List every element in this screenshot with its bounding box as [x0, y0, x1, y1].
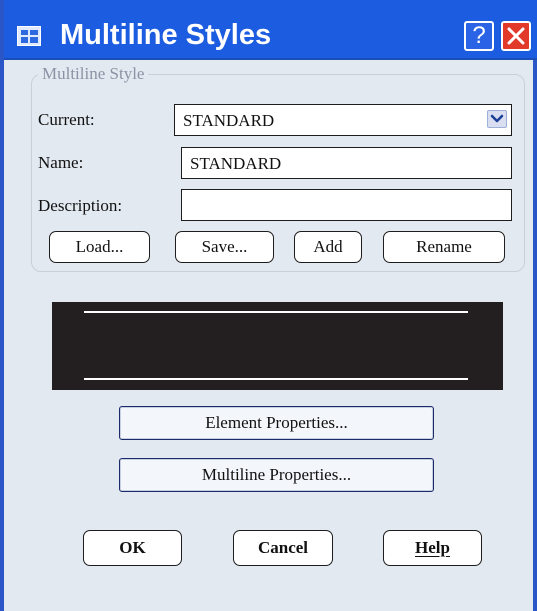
preview-top-line — [84, 311, 468, 313]
close-icon[interactable] — [501, 21, 531, 51]
ok-button[interactable]: OK — [83, 530, 182, 566]
element-properties-button[interactable]: Element Properties... — [119, 406, 434, 440]
description-field[interactable] — [181, 189, 512, 221]
current-style-value: STANDARD — [183, 111, 275, 130]
cancel-button[interactable]: Cancel — [233, 530, 333, 566]
rename-button[interactable]: Rename — [383, 231, 505, 263]
description-label: Description: — [38, 196, 123, 215]
save-button[interactable]: Save... — [175, 231, 274, 263]
current-label: Current: — [38, 110, 95, 129]
name-label: Name: — [38, 153, 84, 172]
multiline-styles-dialog: Multiline Styles ? Multiline Style Curre… — [0, 0, 537, 611]
add-button[interactable]: Add — [294, 231, 362, 263]
window-title: Multiline Styles — [60, 19, 272, 51]
current-style-combobox[interactable]: STANDARD — [174, 104, 512, 136]
name-field[interactable]: STANDARD — [181, 147, 512, 179]
multiline-preview — [52, 302, 503, 390]
chevron-down-icon[interactable] — [487, 110, 507, 128]
multiline-properties-button[interactable]: Multiline Properties... — [119, 458, 434, 492]
help-button[interactable]: Help — [383, 530, 482, 566]
preview-bottom-line — [84, 378, 468, 380]
title-bar[interactable]: Multiline Styles ? — [4, 0, 537, 60]
help-icon[interactable]: ? — [464, 21, 494, 51]
load-button[interactable]: Load... — [49, 231, 150, 263]
dialog-app-icon — [17, 26, 41, 46]
multiline-style-group-label: Multiline Style — [38, 64, 149, 84]
